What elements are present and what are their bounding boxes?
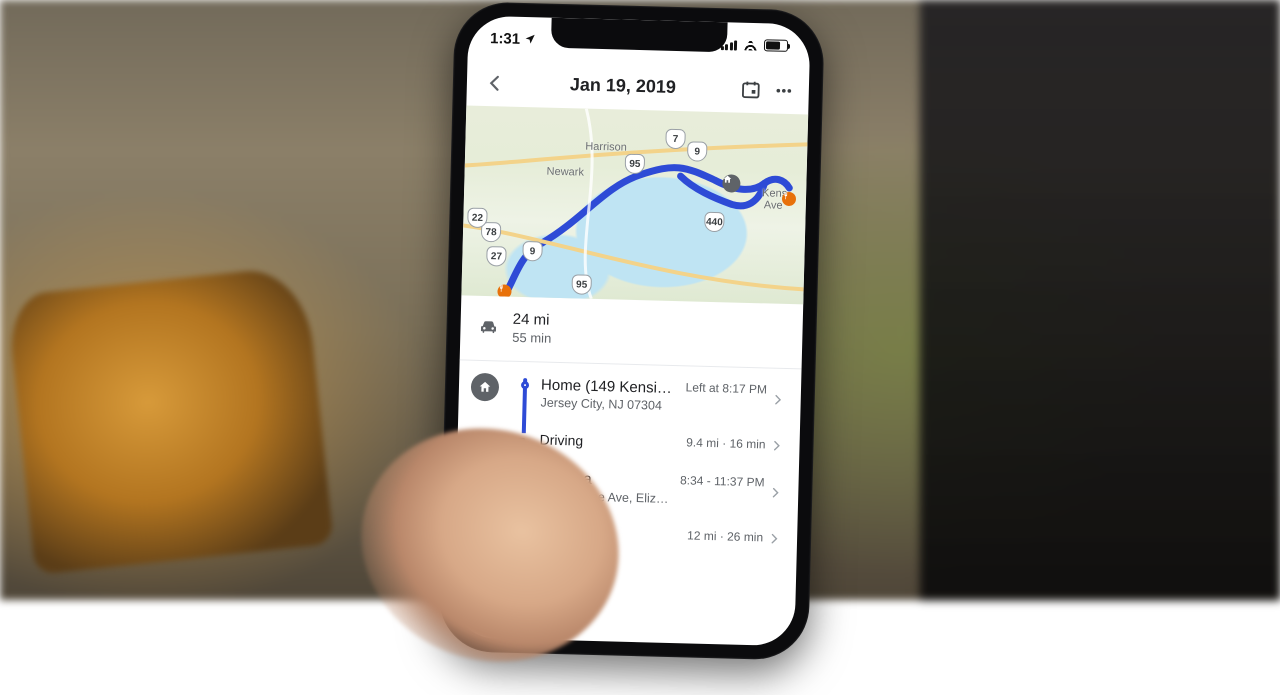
home-badge-icon [471, 373, 500, 402]
place-meta: Left at 8:17 PM [675, 380, 767, 396]
calendar-icon [740, 78, 763, 101]
segment-mode: Driving [539, 432, 676, 452]
timeline-dot [521, 381, 529, 389]
location-arrow-icon [524, 33, 536, 45]
chevron-right-icon [768, 485, 782, 499]
battery-icon [764, 39, 788, 52]
place-subtitle: Jersey City, NJ 07304 [540, 396, 675, 414]
status-time: 1:31 [490, 30, 520, 48]
more-horizontal-icon [773, 79, 796, 102]
day-summary: 24 mi 55 min [460, 295, 804, 369]
car-icon [478, 317, 499, 338]
photo-chair [6, 265, 334, 575]
timeline-place-home[interactable]: Home (149 Kensington… Jersey City, NJ 07… [514, 364, 787, 428]
route-path [461, 105, 808, 304]
chevron-left-icon [484, 71, 507, 94]
place-title: Home (149 Kensington… [541, 377, 676, 398]
chevron-right-icon [769, 439, 783, 453]
summary-distance: 24 mi [513, 311, 552, 329]
summary-duration: 55 min [512, 330, 551, 346]
wifi-icon [743, 39, 758, 50]
more-button[interactable] [768, 72, 799, 109]
chevron-right-icon [771, 392, 785, 406]
segment-meta: 12 mi · 26 min [677, 528, 763, 544]
map-label: Ave [764, 199, 783, 211]
map-label: Harrison [585, 141, 627, 154]
segment-meta: 9.4 mi · 16 min [676, 435, 766, 451]
phone-notch [551, 18, 728, 53]
back-button[interactable] [476, 64, 513, 101]
header-date: Jan 19, 2019 [513, 73, 733, 100]
map-label: Newark [546, 166, 584, 179]
chevron-right-icon [767, 532, 781, 546]
calendar-button[interactable] [732, 71, 769, 108]
timeline-map[interactable]: Harrison Newark Kens Ave 7 9 95 440 78 2… [461, 105, 808, 304]
place-meta: 8:34 - 11:37 PM [670, 473, 765, 489]
